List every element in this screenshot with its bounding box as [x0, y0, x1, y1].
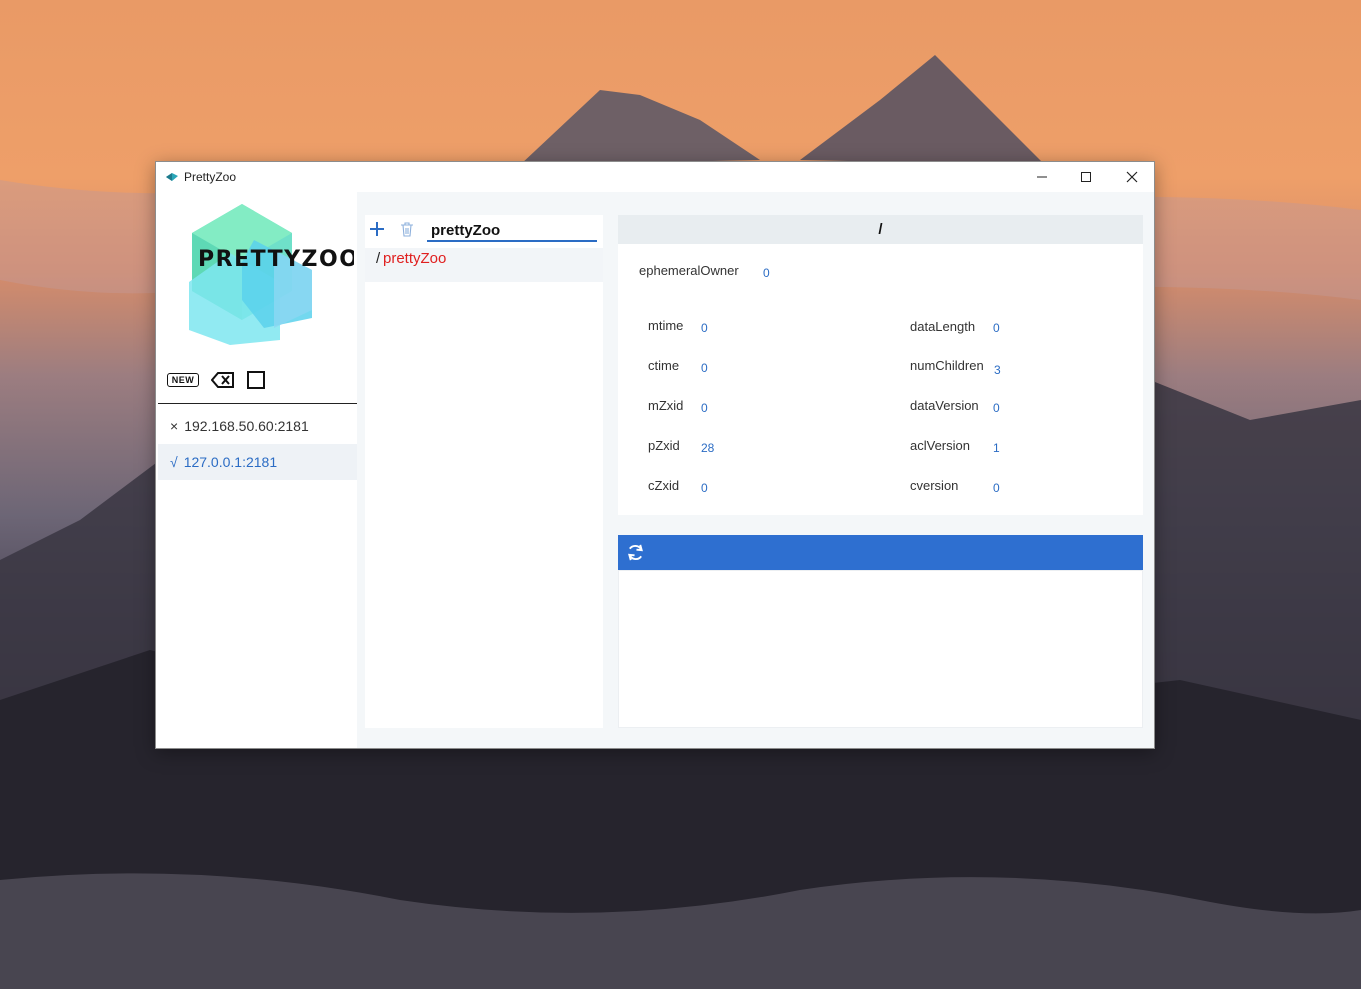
tree-node[interactable]: / prettyZoo	[365, 248, 603, 282]
refresh-icon[interactable]	[626, 543, 645, 562]
server-list: × 192.168.50.60:2181 √ 127.0.0.1:2181	[158, 408, 357, 480]
stat-value-num-children: 3	[994, 363, 1001, 377]
stat-label-data-version: dataVersion	[910, 398, 979, 413]
node-stat-card: ephemeralOwner 0 mtime 0 ctime 0 mZxid 0…	[618, 244, 1143, 515]
maximize-button[interactable]	[1064, 162, 1108, 192]
stat-value-czxid: 0	[701, 481, 708, 495]
trash-icon[interactable]	[399, 221, 415, 237]
minimize-icon	[1037, 176, 1047, 178]
logo-text: PRETTYZOO	[198, 247, 354, 272]
stat-label-ephemeral-owner: ephemeralOwner	[639, 263, 739, 278]
stat-value-data-length: 0	[993, 321, 1000, 335]
server-item-active[interactable]: √ 127.0.0.1:2181	[158, 444, 357, 480]
window-title: PrettyZoo	[184, 170, 237, 184]
server-panel: PRETTYZOO NEW × 192.168.50.60:2181 √ 127…	[156, 192, 357, 748]
stat-label-num-children: numChildren	[910, 358, 984, 373]
node-path-header: /	[618, 215, 1143, 244]
new-server-button[interactable]: NEW	[167, 373, 199, 387]
server-address: 192.168.50.60:2181	[184, 418, 309, 434]
close-button[interactable]	[1110, 162, 1154, 192]
minimize-button[interactable]	[1020, 162, 1064, 192]
tree-toolbar	[365, 215, 603, 249]
stat-label-data-length: dataLength	[910, 319, 976, 334]
app-window: PrettyZoo PRETTYZOO NEW × 192.168.50.60:…	[155, 161, 1155, 749]
stat-label-mzxid: mZxid	[648, 398, 684, 413]
stat-label-czxid: cZxid	[648, 478, 680, 493]
server-item[interactable]: × 192.168.50.60:2181	[158, 408, 357, 444]
square-icon[interactable]	[247, 371, 265, 389]
node-prefix: /	[376, 250, 381, 267]
close-icon	[1126, 171, 1138, 183]
disconnected-mark: ×	[170, 418, 179, 434]
stat-value-ctime: 0	[701, 361, 708, 375]
node-search-input[interactable]	[427, 220, 597, 242]
clear-icon[interactable]	[211, 372, 235, 388]
stat-value-mtime: 0	[701, 321, 708, 335]
maximize-icon	[1081, 172, 1091, 182]
connected-mark: √	[170, 454, 178, 470]
node-path: /	[878, 221, 883, 238]
stat-label-ctime: ctime	[648, 358, 680, 373]
new-icon: NEW	[171, 375, 195, 385]
stat-label-cversion: cversion	[910, 478, 959, 493]
stat-value-cversion: 0	[993, 481, 1000, 495]
node-data-editor[interactable]	[618, 570, 1143, 728]
plus-icon[interactable]	[369, 221, 385, 237]
stat-label-mtime: mtime	[648, 318, 684, 333]
main-content: PRETTYZOO NEW × 192.168.50.60:2181 √ 127…	[156, 192, 1154, 748]
stat-label-pzxid: pZxid	[648, 438, 680, 453]
server-toolbar: NEW	[167, 369, 265, 391]
prettyzoo-logo: PRETTYZOO	[189, 204, 354, 345]
data-toolbar	[618, 535, 1143, 570]
stat-value-acl-version: 1	[993, 441, 1000, 455]
divider	[158, 403, 357, 404]
title-bar[interactable]: PrettyZoo	[156, 162, 1154, 192]
stat-label-acl-version: aclVersion	[910, 438, 970, 453]
stat-value-pzxid: 28	[701, 441, 715, 455]
stat-value-ephemeral-owner: 0	[763, 266, 770, 280]
app-icon	[166, 173, 178, 181]
stat-value-data-version: 0	[993, 401, 1000, 415]
node-name: prettyZoo	[383, 250, 447, 267]
node-tree-panel: / prettyZoo	[365, 215, 603, 728]
stat-value-mzxid: 0	[701, 401, 708, 415]
server-address: 127.0.0.1:2181	[183, 454, 278, 470]
